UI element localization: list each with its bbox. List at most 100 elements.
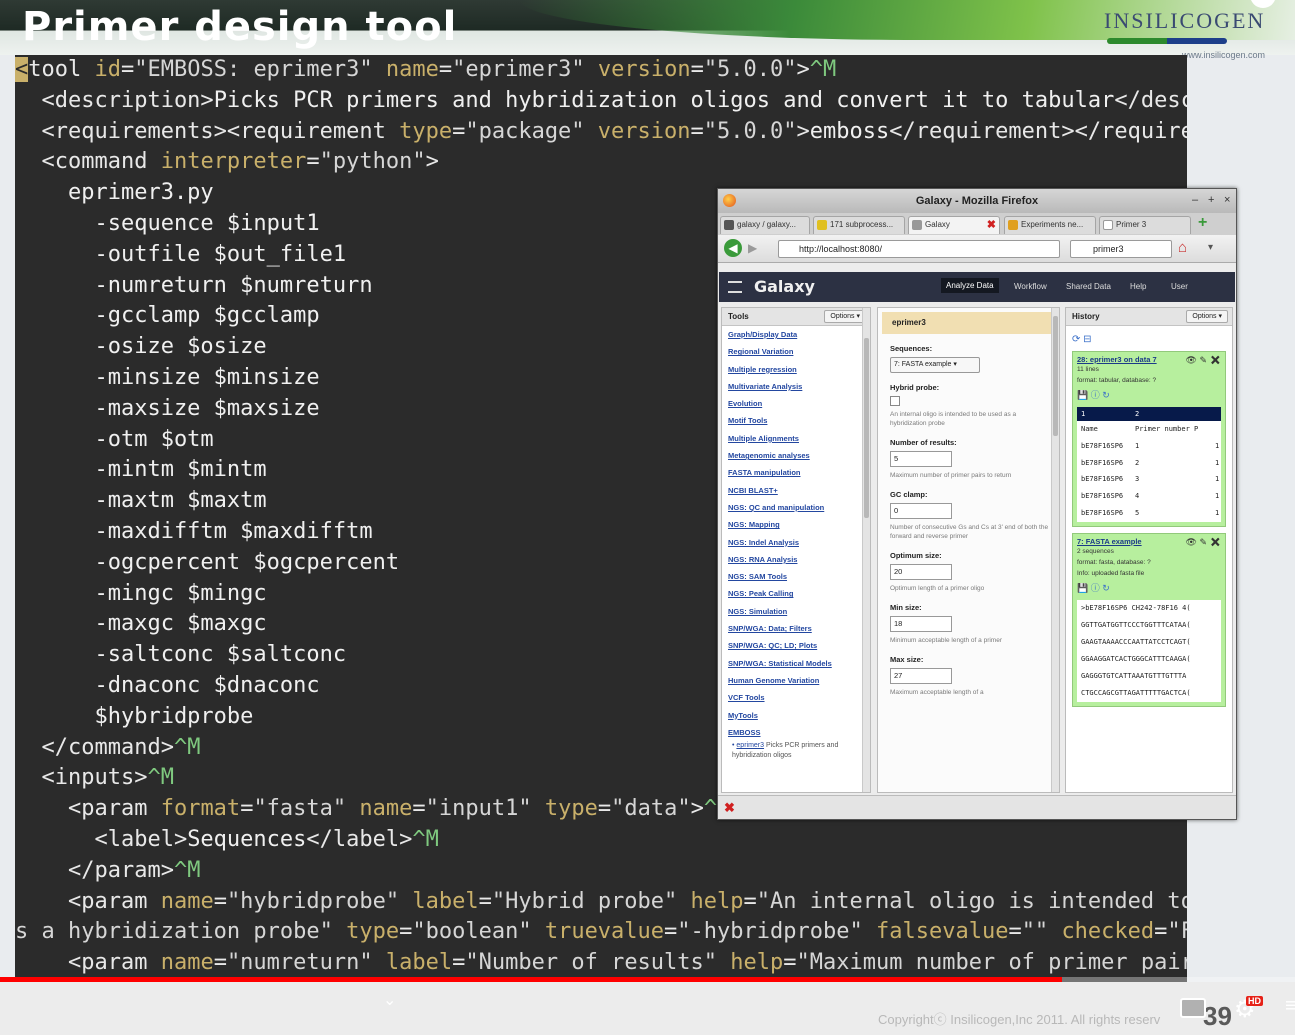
url-input[interactable]: http://localhost:8080/ (778, 240, 1060, 258)
code-token: -maxsize $maxsize (15, 395, 320, 421)
tool-section-link[interactable]: Multiple regression (722, 361, 870, 378)
code-token: </label> (306, 826, 413, 852)
sequences-select[interactable]: 7: FASTA example ▾ (890, 357, 980, 373)
info-icon[interactable]: ⓘ (1091, 583, 1100, 593)
rerun-icon[interactable]: ↻ (1102, 583, 1110, 593)
code-line: </param>^M (15, 856, 1187, 887)
code-token: = (306, 149, 320, 175)
form-scrollbar[interactable] (1051, 308, 1059, 792)
code-token: eprimer3.py (15, 180, 214, 206)
hybrid-probe-checkbox[interactable] (890, 396, 900, 406)
tool-section-link[interactable]: MyTools (722, 707, 870, 724)
tab-close-icon[interactable]: ✖ (987, 217, 996, 233)
tool-section-link[interactable]: Metagenomic analyses (722, 447, 870, 464)
nav-help[interactable]: Help (1130, 282, 1146, 291)
menu-chevron-icon[interactable]: ▾ (1208, 242, 1213, 253)
tool-section-link[interactable]: NGS: Simulation (722, 603, 870, 620)
tool-section-link[interactable]: NGS: RNA Analysis (722, 551, 870, 568)
code-token: label (385, 950, 453, 976)
video-progress-fill[interactable] (0, 977, 1062, 982)
captions-icon[interactable] (1180, 998, 1206, 1018)
tool-section-link[interactable]: Graph/Display Data (722, 326, 870, 343)
maximize-icon[interactable]: + (1208, 194, 1214, 206)
new-tab-icon[interactable]: + (1198, 214, 1207, 232)
tool-form-title: eprimer3 (882, 312, 1055, 334)
tool-section-link[interactable]: NGS: QC and manipulation (722, 499, 870, 516)
code-token: -mintm $mintm (15, 457, 267, 483)
history-options-button[interactable]: Options ▾ (1186, 310, 1228, 323)
tool-section-link[interactable]: Evolution (722, 395, 870, 412)
eye-icon[interactable]: 👁 (1186, 537, 1197, 547)
history-item-eprimer3[interactable]: 👁 ✎ ✖ 28: eprimer3 on data 7 11 lines fo… (1072, 351, 1226, 527)
code-token: > (690, 796, 704, 822)
tab-experiments[interactable]: Experiments ne... (1004, 216, 1096, 234)
tool-section-link[interactable]: Regional Variation (722, 343, 870, 360)
minimize-icon[interactable]: – (1192, 194, 1198, 206)
tool-section-link[interactable]: SNP/WGA: Data; Filters (722, 620, 870, 637)
forward-arrow-icon[interactable]: ▶ (748, 241, 757, 255)
info-icon[interactable]: ⓘ (1091, 390, 1100, 400)
home-icon[interactable]: ⌂ (1178, 239, 1187, 256)
code-token: -maxgc $maxgc (15, 611, 267, 637)
tool-section-link[interactable]: VCF Tools (722, 689, 870, 706)
code-line: s a hybridization probe" type="boolean" … (15, 917, 1187, 948)
pencil-icon[interactable]: ✎ (1200, 355, 1208, 365)
back-arrow-icon[interactable]: ◀ (724, 239, 742, 257)
tool-section-link[interactable]: NGS: SAM Tools (722, 568, 870, 585)
search-input[interactable]: primer3 (1070, 240, 1172, 258)
nav-user[interactable]: User (1171, 282, 1188, 291)
tool-section-link[interactable]: SNP/WGA: Statistical Models (722, 655, 870, 672)
nav-analyze-data[interactable]: Analyze Data (941, 278, 999, 293)
tool-section-link[interactable]: FASTA manipulation (722, 464, 870, 481)
tab-galaxy-repo[interactable]: galaxy / galaxy... (720, 216, 810, 234)
more-menu-icon[interactable]: ≡ (1285, 995, 1295, 1018)
nav-shared-data[interactable]: Shared Data (1066, 282, 1111, 291)
status-close-icon[interactable]: ✖ (724, 800, 735, 816)
gcclamp-input[interactable]: 0 (890, 503, 952, 519)
code-token: format (160, 796, 241, 822)
code-token: "Maximum number of primer pairs to ret (796, 950, 1187, 976)
tool-section-link[interactable]: Human Genome Variation (722, 672, 870, 689)
form-scroll-thumb[interactable] (1053, 316, 1058, 436)
tab-galaxy[interactable]: Galaxy ✖ (908, 216, 1000, 234)
tab-primer3[interactable]: Primer 3 (1099, 216, 1191, 234)
tool-section-link[interactable]: Multiple Alignments (722, 430, 870, 447)
numreturn-input[interactable]: 5 (890, 451, 952, 467)
collapse-icon[interactable]: ⊟ (1083, 334, 1091, 345)
minsize-input[interactable]: 18 (890, 616, 952, 632)
galaxy-brand[interactable]: Galaxy (754, 277, 815, 296)
tool-eprimer3[interactable]: • eprimer3 Picks PCR primers and hybridi… (722, 741, 870, 761)
tool-section-link[interactable]: NGS: Mapping (722, 516, 870, 533)
code-token: = (690, 118, 704, 144)
tools-scroll-thumb[interactable] (864, 338, 869, 518)
tab-subprocess[interactable]: 171 subprocess... (813, 216, 905, 234)
code-token: "python" (319, 149, 426, 175)
tool-section-link[interactable]: NCBI BLAST+ (722, 482, 870, 499)
maxsize-input[interactable]: 27 (890, 668, 952, 684)
rerun-icon[interactable]: ↻ (1102, 390, 1110, 400)
tools-scrollbar[interactable] (862, 308, 870, 792)
delete-icon[interactable]: ✖ (1210, 537, 1221, 547)
pencil-icon[interactable]: ✎ (1200, 537, 1208, 547)
refresh-icon[interactable]: ⟳ (1072, 334, 1080, 345)
page-icon (1103, 220, 1113, 230)
history-item-actions: 👁 ✎ ✖ (1186, 537, 1221, 548)
save-icon[interactable]: 💾 (1077, 390, 1088, 400)
tool-section-link[interactable]: EMBOSS (722, 724, 870, 741)
hamburger-icon[interactable] (728, 281, 742, 293)
close-icon[interactable]: × (1224, 194, 1230, 206)
code-token: = (664, 919, 678, 945)
save-icon[interactable]: 💾 (1077, 583, 1088, 593)
history-item-fasta[interactable]: 👁 ✎ ✖ 7: FASTA example 2 sequences forma… (1072, 532, 1226, 707)
tool-section-link[interactable]: Multivariate Analysis (722, 378, 870, 395)
tool-section-link[interactable]: SNP/WGA: QC; LD; Plots (722, 637, 870, 654)
osize-input[interactable]: 20 (890, 564, 952, 580)
tools-options-button[interactable]: Options ▾ (824, 310, 866, 323)
eye-icon[interactable]: 👁 (1186, 355, 1197, 365)
tool-section-link[interactable]: Motif Tools (722, 412, 870, 429)
tool-section-link[interactable]: NGS: Indel Analysis (722, 534, 870, 551)
chevron-down-icon[interactable]: ⌄ (383, 990, 396, 1010)
delete-icon[interactable]: ✖ (1210, 355, 1221, 365)
tool-section-link[interactable]: NGS: Peak Calling (722, 585, 870, 602)
nav-workflow[interactable]: Workflow (1014, 282, 1047, 291)
